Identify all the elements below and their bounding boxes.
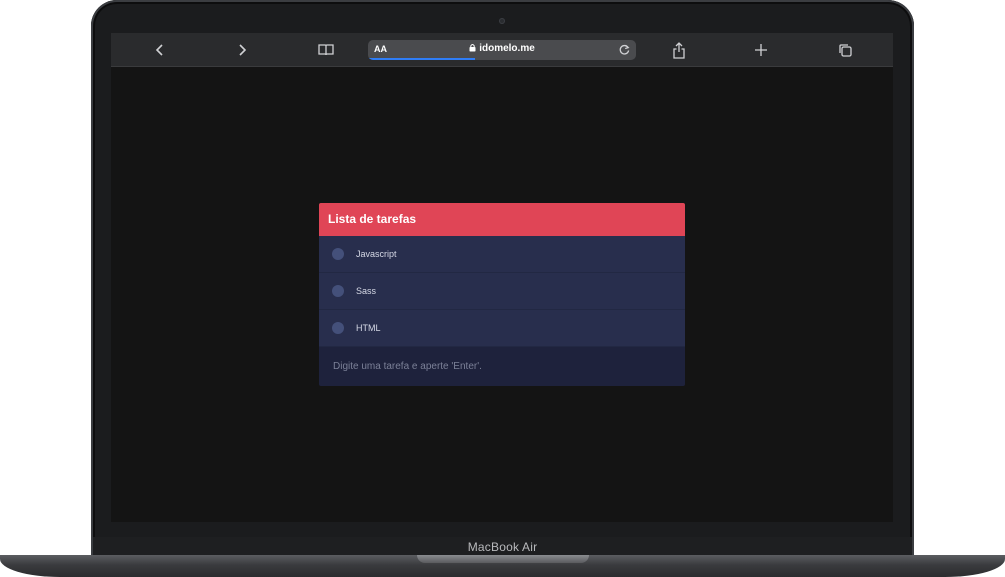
address-bar[interactable]: AA idomelo.me (368, 40, 636, 60)
todo-card: Lista de tarefas Javascript Sass HTML (319, 203, 685, 386)
laptop-notch (417, 555, 589, 563)
new-task-input[interactable] (331, 360, 665, 373)
chevron-right-icon (239, 44, 247, 56)
task-item[interactable]: Sass (319, 273, 685, 310)
todo-title: Lista de tarefas (319, 203, 685, 236)
page-load-progress (368, 58, 476, 60)
share-button[interactable] (669, 40, 689, 60)
device-label: MacBook Air (467, 540, 538, 554)
task-item[interactable]: Javascript (319, 236, 685, 273)
book-icon (318, 44, 334, 56)
task-checkbox[interactable] (332, 285, 344, 297)
chevron-left-icon (155, 44, 163, 56)
back-button[interactable] (150, 40, 170, 60)
task-checkbox[interactable] (332, 248, 344, 260)
browser-toolbar: AA idomelo.me (111, 33, 893, 67)
share-icon (673, 41, 685, 59)
new-tab-button[interactable] (751, 40, 771, 60)
task-checkbox[interactable] (332, 322, 344, 334)
new-task-row (319, 347, 685, 386)
tabs-overview-button[interactable] (835, 40, 855, 60)
lock-icon (469, 44, 476, 52)
tabs-icon (838, 43, 852, 57)
forward-button[interactable] (232, 40, 252, 60)
bookmarks-button[interactable] (316, 40, 336, 60)
screen: AA idomelo.me Lista de tarefas Javascrip… (111, 33, 893, 522)
url-text: idomelo.me (479, 43, 535, 54)
laptop-mockup: AA idomelo.me Lista de tarefas Javascrip… (0, 0, 1005, 577)
reload-icon[interactable] (618, 43, 631, 56)
task-label: Javascript (356, 249, 397, 259)
camera (499, 18, 505, 24)
plus-icon (755, 44, 767, 56)
task-item[interactable]: HTML (319, 310, 685, 347)
task-label: HTML (356, 323, 381, 333)
task-label: Sass (356, 286, 377, 296)
